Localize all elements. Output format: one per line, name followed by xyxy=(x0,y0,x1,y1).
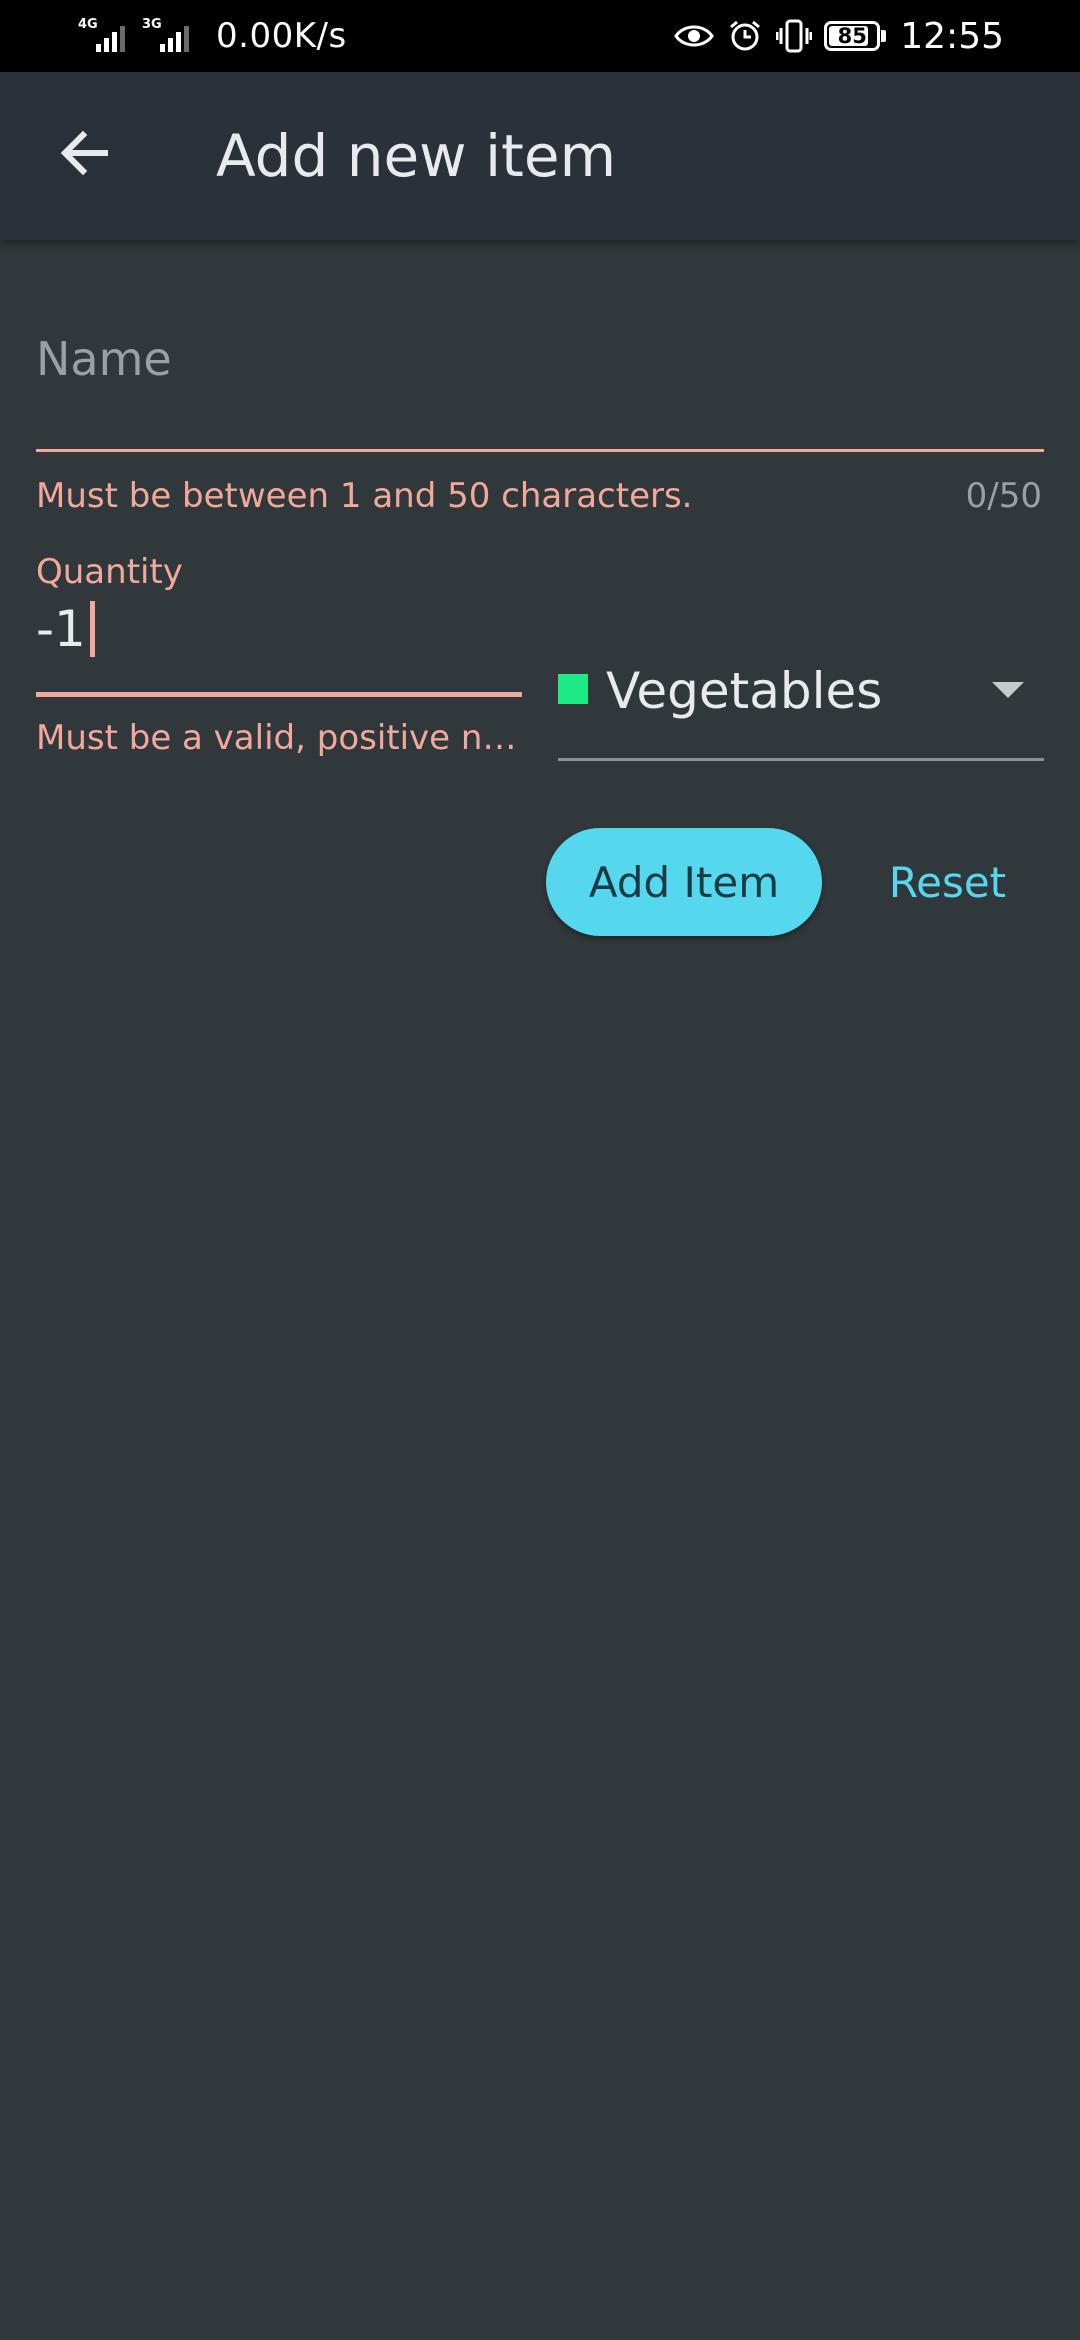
status-bar-right: 85 12:55 xyxy=(660,0,1004,72)
add-item-button[interactable]: Add Item xyxy=(546,828,822,936)
status-time: 12:55 xyxy=(900,15,1004,57)
battery-level: 85 xyxy=(837,24,867,48)
category-selected-label: Vegetables xyxy=(606,662,883,720)
dropdown-arrow-icon xyxy=(992,682,1024,698)
quantity-underline xyxy=(36,692,522,697)
signal-4g-icon: 4G xyxy=(78,16,136,56)
vibrate-icon xyxy=(776,19,813,53)
alarm-icon xyxy=(730,20,761,51)
name-char-counter: 0/50 xyxy=(965,476,1042,516)
reset-button[interactable]: Reset xyxy=(870,828,1025,936)
status-bar: 4G 3G 0.00K/s 85 12:55 xyxy=(0,0,1080,72)
app-bar: Add new item xyxy=(0,72,1080,240)
network-speed: 0.00K/s xyxy=(216,16,347,56)
text-cursor xyxy=(89,601,95,657)
battery-icon: 85 xyxy=(824,21,881,51)
name-underline xyxy=(36,449,1044,452)
quantity-label: Quantity xyxy=(36,552,183,592)
eye-icon xyxy=(674,25,715,47)
quantity-input[interactable]: -1 xyxy=(36,600,95,658)
quantity-error-text: Must be a valid, positive number. xyxy=(36,718,522,758)
network-type-2: 3G xyxy=(142,17,162,32)
category-color-swatch xyxy=(558,674,588,704)
signal-3g-icon: 3G xyxy=(142,16,200,56)
quantity-value: -1 xyxy=(36,600,86,658)
back-button[interactable] xyxy=(40,108,130,198)
category-underline xyxy=(558,758,1044,761)
arrow-back-icon xyxy=(60,130,108,176)
category-dropdown[interactable]: Vegetables xyxy=(558,650,1044,761)
network-type-1: 4G xyxy=(78,17,98,32)
name-error-text: Must be between 1 and 50 characters. xyxy=(36,476,693,516)
name-input[interactable]: Name xyxy=(36,332,172,386)
battery-cap xyxy=(881,30,887,42)
page-title: Add new item xyxy=(216,122,617,190)
status-bar-left: 4G 3G 0.00K/s xyxy=(78,0,347,72)
